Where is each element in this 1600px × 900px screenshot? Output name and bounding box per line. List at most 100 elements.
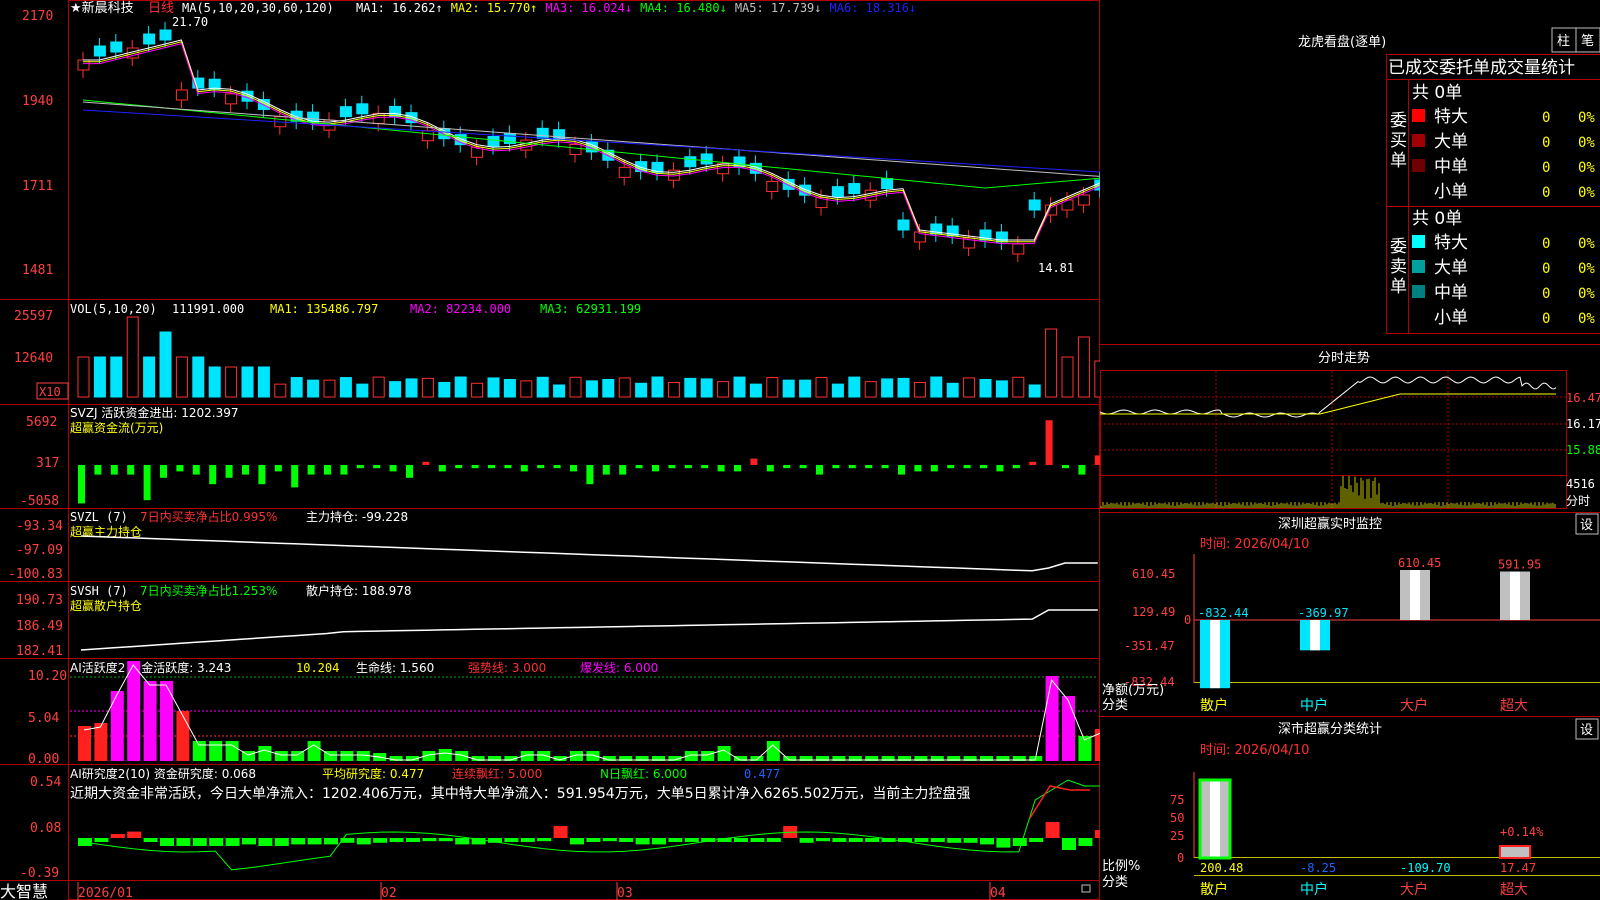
volume-bar: [372, 376, 385, 398]
monitor-bar-highlight: [1510, 571, 1520, 620]
volume-bar: [913, 381, 926, 398]
classify-tick: 50: [1170, 811, 1184, 825]
flow-bar: [504, 465, 512, 469]
vertical-char: 卖: [1390, 257, 1407, 277]
volume-bar: [717, 381, 730, 398]
research-bar: [389, 838, 404, 842]
volume-bar: [635, 382, 648, 398]
volume-bar: [77, 356, 90, 398]
research-bar: [766, 838, 781, 842]
kline-chart-area[interactable]: ★新晨科技 日线 MA(5,10,20,30,60,120) MA1: 16.2…: [0, 0, 1100, 900]
classify-value: -8.25: [1300, 861, 1336, 875]
volume-bar: [356, 383, 369, 398]
research-bar: [307, 838, 322, 845]
ai-research-title: AI研究度2(10) 资金研究度: 0.068: [70, 766, 256, 781]
active-bar: [160, 681, 173, 761]
row-count: 0: [1542, 160, 1550, 176]
ai-active-tick: 0.00: [28, 752, 59, 767]
active-bar: [258, 746, 272, 761]
date-axis: 大智慧 2026/01 02 03 04: [0, 882, 1006, 900]
flow-bar: [356, 465, 364, 469]
monitor-cat-title: 分类: [1102, 698, 1128, 713]
intraday-grid: [1100, 371, 1566, 508]
monitor-bar-highlight: [1310, 620, 1320, 651]
row-swatch: [1412, 285, 1425, 298]
ai-active-title: AI活跃度2 资金活跃度: 3.243: [70, 660, 231, 675]
volume-bar: [1061, 356, 1074, 398]
classify-tick: 0: [1177, 851, 1184, 865]
svsh-tick: 190.73: [16, 593, 63, 608]
volume-bar: [290, 377, 303, 398]
row-pct: 0%: [1578, 160, 1595, 176]
volume-bar: [684, 377, 697, 398]
ma-value: MA6: 18.316↓: [830, 1, 917, 15]
active-bar: [110, 691, 124, 761]
ma-header: ★新晨科技 日线 MA(5,10,20,30,60,120) MA1: 16.2…: [70, 0, 916, 16]
candle-body: [700, 153, 713, 165]
svzj-tick: 5692: [26, 415, 57, 430]
lock-icon[interactable]: [1081, 884, 1091, 893]
intraday-panel[interactable]: 分时走势 16.47 16.17 15.88 4516 分时: [1100, 344, 1600, 509]
row-swatch: [1412, 235, 1425, 248]
flow-bar: [799, 465, 807, 469]
flow-bar: [570, 465, 577, 472]
ma-value: MA5: 17.739↓: [735, 1, 822, 15]
ma-value: MA4: 16.480↓: [640, 1, 727, 15]
research-bar: [160, 838, 174, 846]
volume-bar: [487, 377, 500, 398]
candle-body: [782, 178, 795, 190]
monitor-categories: 散户 中户 大户 超大: [1200, 697, 1528, 714]
row-count: 0: [1542, 286, 1550, 302]
svzj-header: SVZJ 活跃资金进出: 1202.397 超赢资金流(万元): [70, 405, 239, 435]
volume-bar: [930, 376, 943, 398]
sell-rows: 特大 0 0% 大单 0 0% 中单 0 0% 小单 0 0%: [1412, 233, 1595, 328]
row-swatch: [1412, 134, 1425, 147]
svsh-title-b: 7日内买卖净占比1.253%: [140, 583, 277, 598]
monitor-panel: 深圳超赢实时监控 设 时间: 2026/04/10 610.45129.490-…: [1100, 512, 1600, 714]
buy-rows: 特大 0 0% 大单 0 0% 中单 0 0% 小单 0 0%: [1412, 107, 1595, 202]
date-tick: 02: [381, 886, 397, 900]
research-bar: [143, 838, 158, 842]
ai-research-red: 连续飘红: 5.000: [452, 766, 542, 781]
flow-bar: [127, 465, 135, 475]
flow-bar: [324, 465, 331, 475]
row-count: 0: [1542, 236, 1550, 252]
flow-bar: [225, 465, 233, 478]
flow-bar: [816, 465, 823, 475]
volume-bar: [225, 366, 238, 398]
volume-bar: [159, 331, 172, 398]
active-bar: [1062, 696, 1075, 761]
vol-tick: 25597: [14, 309, 53, 324]
monitor-category: 中户: [1300, 697, 1328, 714]
intraday-volume: [1100, 476, 1556, 508]
monitor-bars: -832.44 -369.97 610.45 591.95: [1198, 556, 1541, 689]
period-label[interactable]: 日线: [148, 1, 174, 16]
candle-body: [159, 29, 172, 41]
row-name: 小单: [1434, 308, 1468, 328]
volume-bar: [241, 366, 254, 398]
ma-value: MA1: 16.262↑: [356, 1, 443, 15]
active-bar: [537, 751, 551, 761]
vertical-char: 委: [1390, 237, 1407, 257]
volume-bar: [749, 383, 762, 398]
research-bar: [537, 838, 552, 842]
monitor-value-label: -369.97: [1298, 606, 1349, 620]
research-bar: [553, 826, 568, 838]
date-tick: 03: [617, 886, 633, 900]
row-pct: 0%: [1578, 286, 1595, 302]
svsh-axis: 190.73 186.49 182.41: [16, 593, 63, 659]
flow-bar: [537, 465, 545, 469]
svzj-title: SVZJ 活跃资金进出: 1202.397: [70, 405, 239, 420]
active-bar: [143, 681, 157, 761]
flow-bar: [848, 465, 856, 469]
flow-bar: [455, 465, 463, 469]
classify-values: 200.48 -8.25 -109.70 17.47: [1200, 861, 1536, 875]
research-bar: [258, 838, 273, 846]
flow-bar: [980, 465, 987, 469]
volume-bar: [995, 380, 1008, 398]
vol-unit: X10: [39, 385, 61, 399]
active-bar: [766, 741, 780, 761]
research-bar: [684, 838, 699, 842]
classify-categories: 散户 中户 大户 超大: [1200, 881, 1528, 898]
research-bar: [291, 838, 306, 845]
